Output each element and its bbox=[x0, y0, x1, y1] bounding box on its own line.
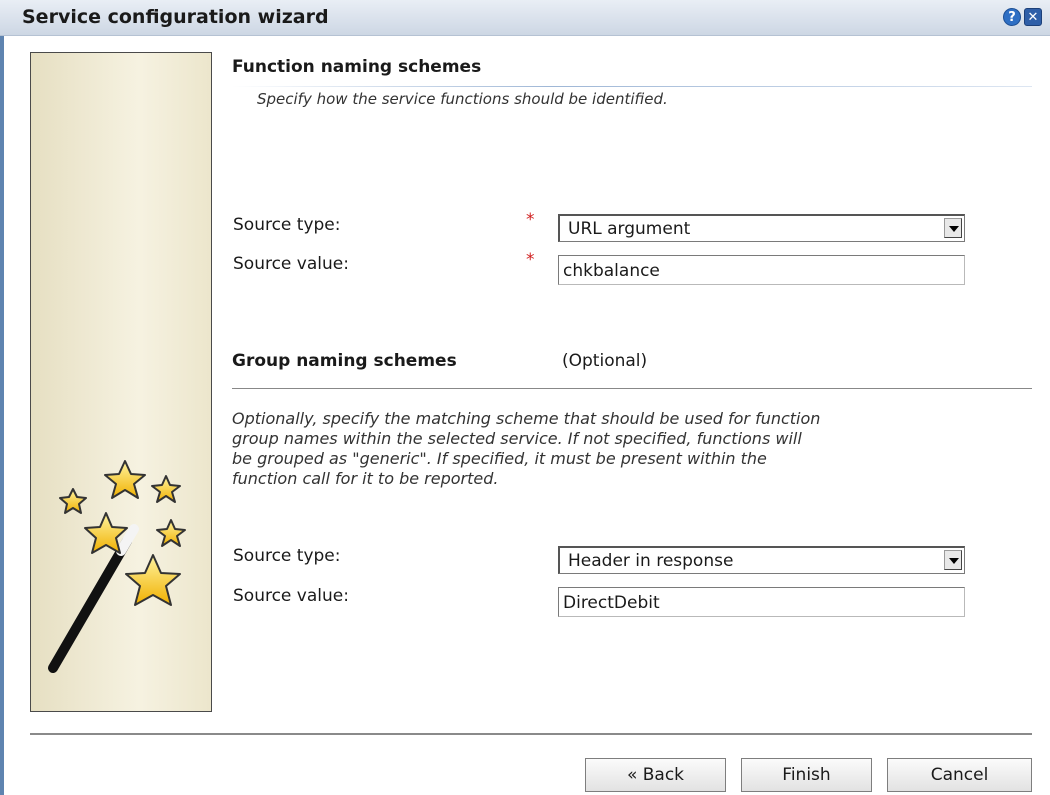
wizard-illustration-panel bbox=[30, 52, 212, 712]
description-line: group names within the selected service.… bbox=[232, 429, 802, 448]
close-icon[interactable]: ✕ bbox=[1024, 8, 1042, 26]
function-source-type-label: Source type: bbox=[233, 215, 341, 235]
group-naming-description: Optionally, specify the matching scheme … bbox=[232, 409, 1037, 489]
back-button[interactable]: « Back bbox=[585, 758, 726, 792]
window-title: Service configuration wizard bbox=[22, 6, 329, 28]
function-source-value-text: chkbalance bbox=[563, 261, 660, 281]
group-source-value-label: Source value: bbox=[233, 586, 349, 606]
function-source-value-input[interactable]: chkbalance bbox=[558, 255, 965, 285]
description-line: be grouped as "generic". If specified, i… bbox=[232, 449, 767, 468]
function-source-value-label: Source value: bbox=[233, 254, 349, 274]
description-line: function call for it to be reported. bbox=[232, 469, 499, 488]
function-naming-description: Specify how the service functions should… bbox=[257, 90, 668, 108]
group-source-value-input[interactable]: DirectDebit bbox=[558, 587, 965, 617]
group-source-type-select[interactable]: Header in response bbox=[558, 546, 965, 574]
window-border bbox=[0, 36, 4, 795]
heading-divider bbox=[232, 86, 1032, 87]
cancel-button[interactable]: Cancel bbox=[887, 758, 1032, 792]
optional-label: (Optional) bbox=[562, 351, 648, 371]
magic-wand-icon bbox=[48, 460, 186, 673]
function-naming-heading: Function naming schemes bbox=[232, 57, 482, 77]
dropdown-arrow-icon[interactable] bbox=[944, 218, 962, 238]
group-naming-heading: Group naming schemes bbox=[232, 351, 457, 371]
group-source-value-text: DirectDebit bbox=[563, 593, 660, 613]
finish-button[interactable]: Finish bbox=[741, 758, 872, 792]
help-icon[interactable]: ? bbox=[1003, 8, 1021, 26]
group-source-type-value: Header in response bbox=[568, 551, 734, 571]
group-source-type-label: Source type: bbox=[233, 546, 341, 566]
title-bar: Service configuration wizard ? ✕ bbox=[0, 0, 1050, 36]
function-source-type-select[interactable]: URL argument bbox=[558, 214, 965, 242]
description-line: Optionally, specify the matching scheme … bbox=[232, 409, 821, 428]
required-marker: * bbox=[526, 250, 535, 270]
section-divider bbox=[232, 388, 1032, 389]
footer-divider bbox=[30, 733, 1032, 735]
function-source-type-value: URL argument bbox=[568, 219, 691, 239]
dropdown-arrow-icon[interactable] bbox=[944, 550, 962, 570]
required-marker: * bbox=[526, 210, 535, 230]
